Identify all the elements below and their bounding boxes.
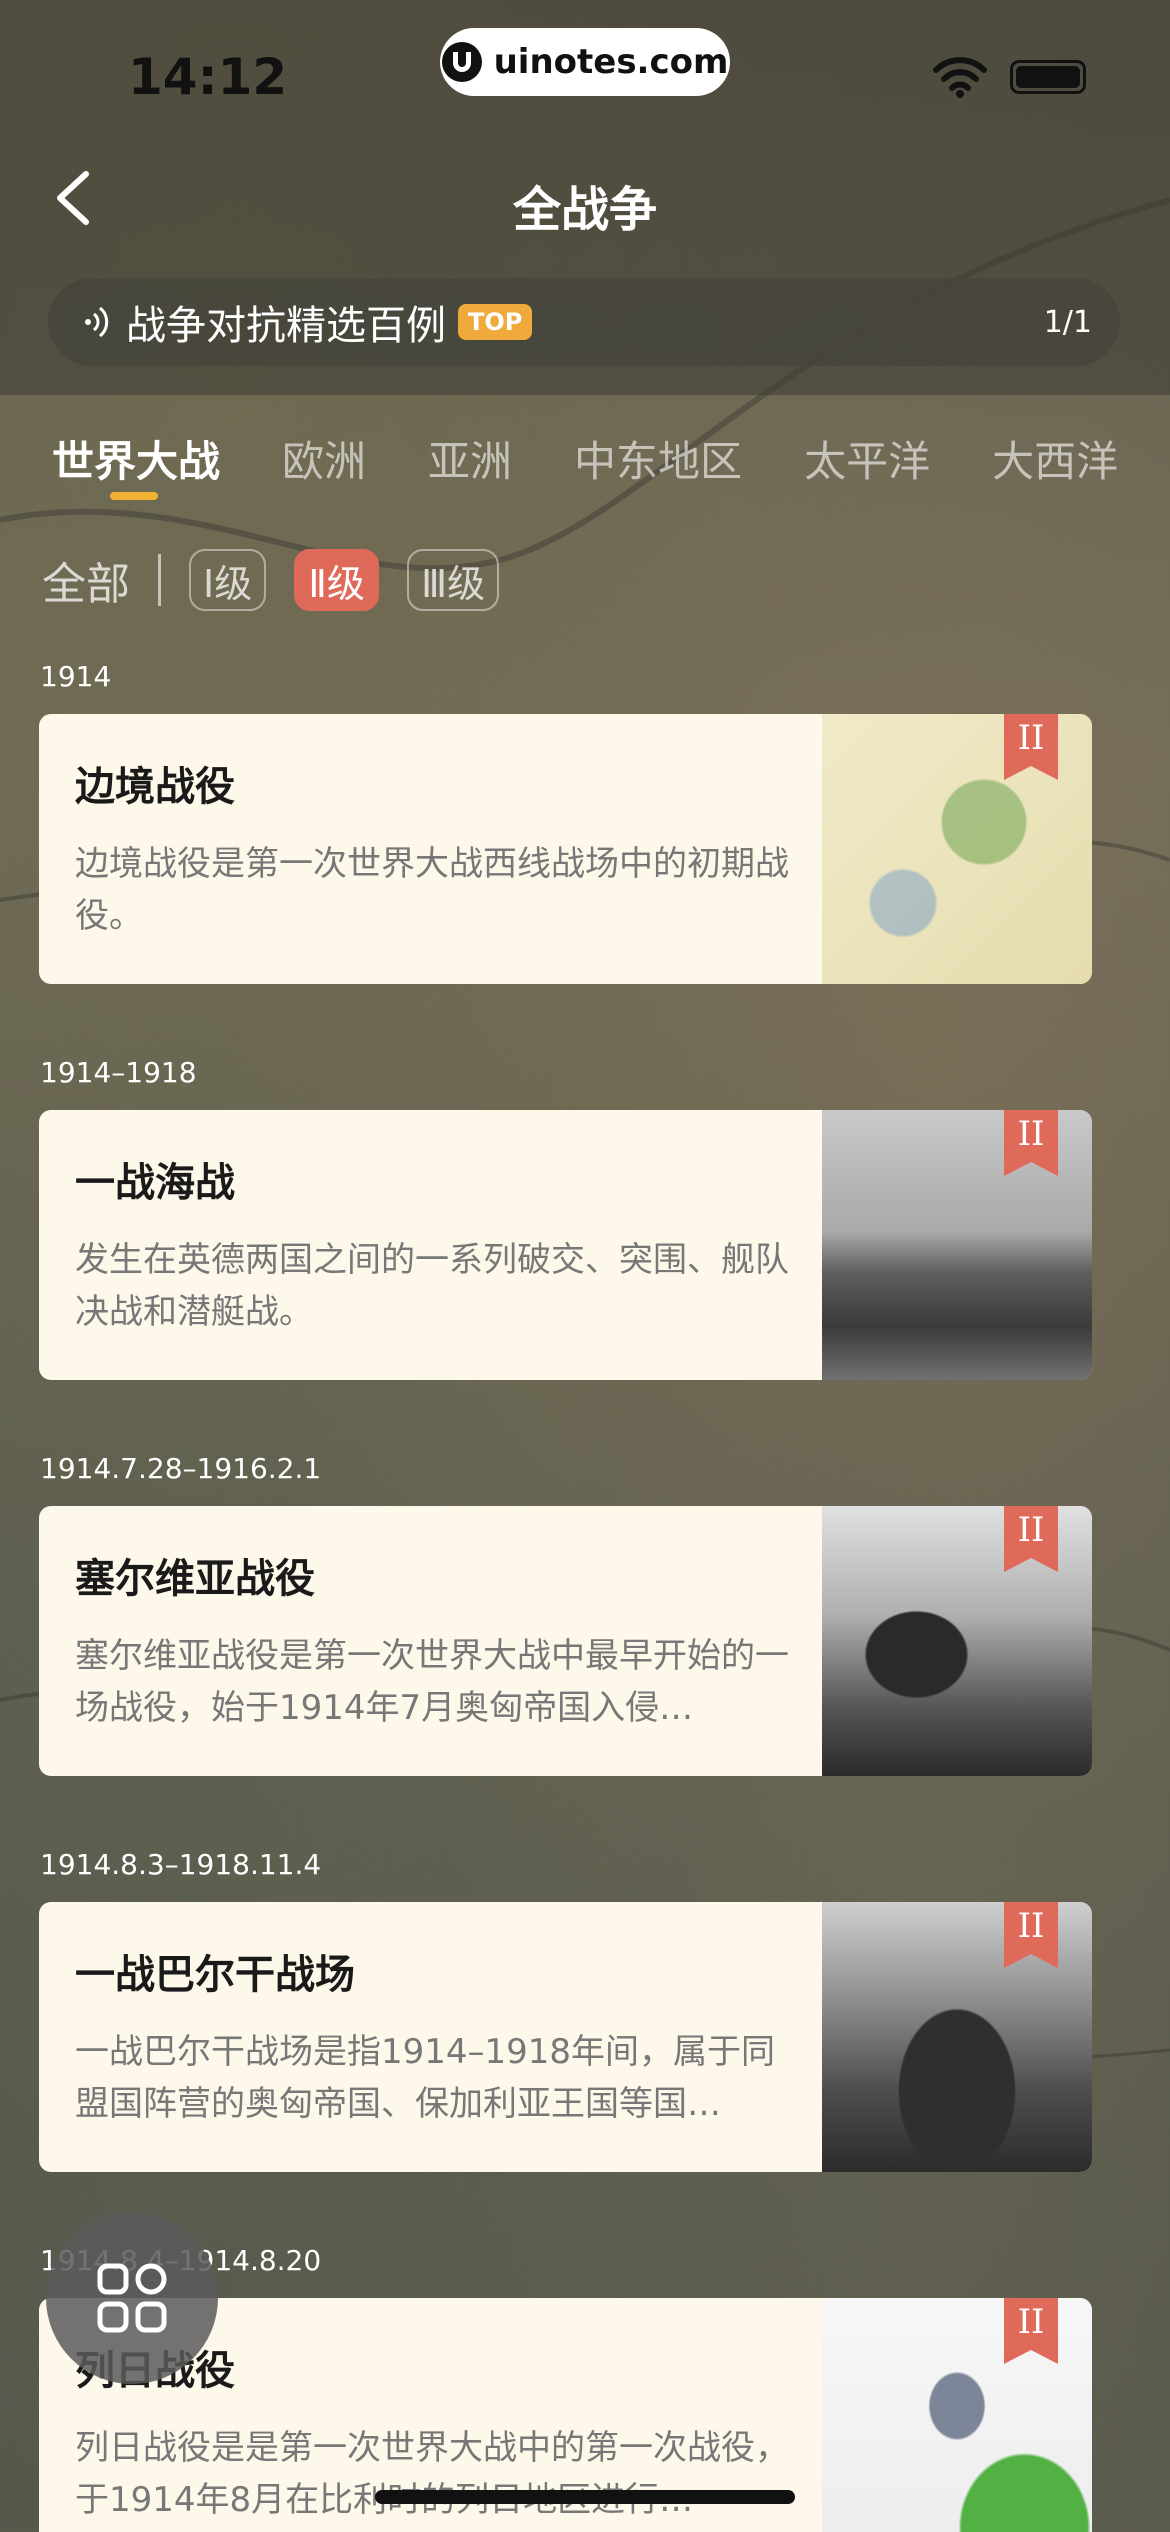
- grid-menu-button[interactable]: [46, 2212, 218, 2384]
- level-badge: II: [1017, 1114, 1045, 1154]
- region-tabs: 世界大战 欧洲 亚洲 中东地区 太平洋 大西洋: [52, 428, 1118, 489]
- battle-date: 1914.7.28–1916.2.1: [40, 1452, 322, 1485]
- url-pill[interactable]: uinotes.com: [440, 28, 730, 96]
- wifi-icon: [933, 57, 987, 98]
- tab-world-war[interactable]: 世界大战: [52, 428, 220, 489]
- battle-description: 一战巴尔干战场是指1914–1918年间，属于同盟国阵营的奥匈帝国、保加利亚王国…: [75, 2032, 776, 2124]
- battle-entry: 1914.7.28–1916.2.1 塞尔维亚战役 塞尔维亚战役是第一次世界大战…: [0, 1452, 1170, 1848]
- grid-menu-icon: [97, 2263, 167, 2333]
- filter-all[interactable]: 全部: [42, 548, 130, 612]
- battle-description: 发生在英德两国之间的一系列破交、突围、舰队决战和潜艇战。: [75, 1240, 789, 1332]
- battle-title: 一战海战: [75, 1160, 235, 1206]
- battery-icon: [1010, 60, 1086, 94]
- level-badge: II: [1017, 2302, 1045, 2342]
- home-indicator[interactable]: [375, 2490, 795, 2504]
- battle-entry: 1914 边境战役 边境战役是第一次世界大战西线战场中的初期战役。 II: [0, 660, 1170, 1056]
- tab-europe[interactable]: 欧洲: [282, 428, 366, 489]
- battle-card[interactable]: 一战海战 发生在英德两国之间的一系列破交、突围、舰队决战和潜艇战。 II: [39, 1110, 1092, 1380]
- active-tab-indicator: [110, 492, 158, 500]
- tab-pacific[interactable]: 太平洋: [804, 428, 930, 489]
- battle-date: 1914.8.3–1918.11.4: [40, 1848, 322, 1881]
- ticker-text: 战争对抗精选百例: [126, 303, 446, 349]
- filter-level-3[interactable]: Ⅲ级: [406, 549, 500, 611]
- tab-middle-east[interactable]: 中东地区: [574, 428, 742, 489]
- level-filters: 全部 Ⅰ级 Ⅱ级 Ⅲ级: [42, 548, 500, 612]
- level-badge: II: [1017, 1510, 1045, 1550]
- battle-card[interactable]: 一战巴尔干战场 一战巴尔干战场是指1914–1918年间，属于同盟国阵营的奥匈帝…: [39, 1902, 1092, 2172]
- battle-card[interactable]: 塞尔维亚战役 塞尔维亚战役是第一次世界大战中最早开始的一场战役，始于1914年7…: [39, 1506, 1092, 1776]
- url-text: uinotes.com: [493, 42, 729, 82]
- page-title: 全战争: [512, 182, 657, 238]
- battle-date: 1914–1918: [40, 1056, 197, 1089]
- battle-description: 塞尔维亚战役是第一次世界大战中最早开始的一场战役，始于1914年7月奥匈帝国入侵…: [75, 1636, 789, 1728]
- battle-title: 边境战役: [75, 764, 235, 810]
- tab-asia[interactable]: 亚洲: [428, 428, 512, 489]
- ticker-bar[interactable]: 战争对抗精选百例 TOP 1/1: [48, 278, 1120, 366]
- battle-entry: 1914.8.3–1918.11.4 一战巴尔干战场 一战巴尔干战场是指1914…: [0, 1848, 1170, 2244]
- battle-title: 塞尔维亚战役: [75, 1556, 315, 1602]
- battle-date: 1914: [40, 660, 112, 693]
- filter-level-1[interactable]: Ⅰ级: [189, 549, 267, 611]
- level-badge: II: [1017, 718, 1045, 758]
- battle-title: 一战巴尔干战场: [75, 1952, 355, 1998]
- level-badge: II: [1017, 1906, 1045, 1946]
- battle-description: 边境战役是第一次世界大战西线战场中的初期战役。: [75, 844, 789, 936]
- sound-wave-icon: [85, 306, 109, 338]
- battle-entry: 1914–1918 一战海战 发生在英德两国之间的一系列破交、突围、舰队决战和潜…: [0, 1056, 1170, 1452]
- filter-level-2[interactable]: Ⅱ级: [294, 549, 379, 611]
- ticker-page-indicator: 1/1: [1043, 304, 1092, 340]
- filter-divider: [158, 554, 161, 606]
- top-badge: TOP: [458, 304, 533, 340]
- status-time: 14:12: [128, 48, 288, 106]
- battle-card[interactable]: 边境战役 边境战役是第一次世界大战西线战场中的初期战役。 II: [39, 714, 1092, 984]
- site-logo-icon: [441, 42, 482, 82]
- battle-description: 列日战役是是第一次世界大战中的第一次战役，于1914年8月在比利时的列日地区进行…: [75, 2428, 789, 2520]
- tab-atlantic[interactable]: 大西洋: [992, 428, 1118, 489]
